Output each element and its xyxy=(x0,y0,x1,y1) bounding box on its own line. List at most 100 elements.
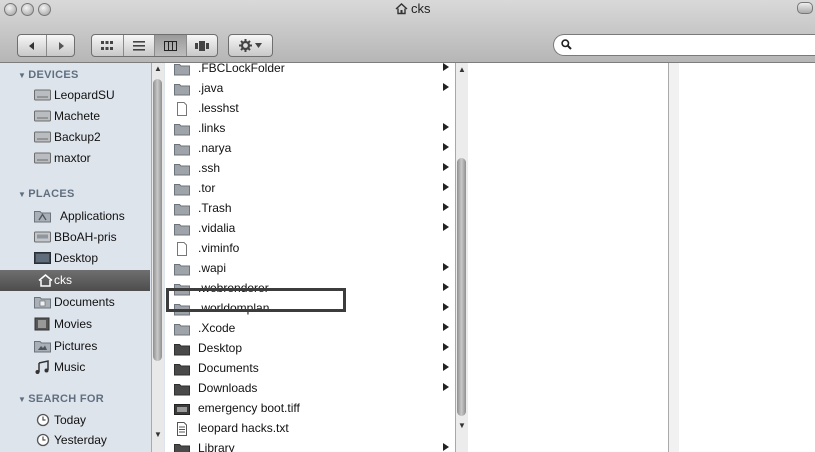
sidebar-item-pictures[interactable]: Pictures xyxy=(0,336,150,357)
list-item-label: .Trash xyxy=(198,201,232,215)
folder-icon xyxy=(174,224,190,236)
sidebar-section-label: DEVICES xyxy=(28,69,79,81)
list-item[interactable]: leopard hacks.txt xyxy=(165,419,453,439)
sidebar-item-backup2[interactable]: Backup2 xyxy=(0,127,150,148)
list-item[interactable]: emergency boot.tiff xyxy=(165,399,453,419)
folder-icon xyxy=(174,384,190,396)
list-item-label: .narya xyxy=(198,141,232,155)
list-item[interactable]: .vidalia xyxy=(165,219,453,239)
clock-icon xyxy=(36,413,50,427)
sidebar-section-devices[interactable]: ▼ DEVICES xyxy=(18,69,79,81)
disclosure-triangle-icon: ▼ xyxy=(18,71,27,80)
sidebar-item-bboah-pris[interactable]: BBoAH-pris xyxy=(0,227,150,248)
sidebar-item-desktop[interactable]: Desktop xyxy=(0,248,150,269)
file-column-empty-2[interactable] xyxy=(679,63,815,452)
file-column-empty[interactable] xyxy=(468,63,668,452)
icon-view-button[interactable] xyxy=(92,35,124,56)
column-scroll-thumb[interactable] xyxy=(457,158,466,416)
sidebar-item-machete[interactable]: Machete xyxy=(0,106,150,127)
list-item[interactable]: .FBCLockFolder xyxy=(165,59,453,79)
chevron-right-icon xyxy=(443,203,449,211)
chevron-right-icon xyxy=(443,143,449,151)
list-item[interactable]: Desktop xyxy=(165,339,453,359)
folder-icon xyxy=(174,344,190,356)
list-item-label: Desktop xyxy=(198,341,243,355)
sidebar-item-applications[interactable]: Applications xyxy=(0,206,150,227)
search-field[interactable] xyxy=(553,34,815,56)
list-item[interactable]: .narya xyxy=(165,139,453,159)
list-view-button[interactable] xyxy=(124,35,155,56)
list-item[interactable]: .ssh xyxy=(165,159,453,179)
list-item-label: .FBCLockFolder xyxy=(198,61,285,75)
list-item[interactable]: .viminfo xyxy=(165,239,453,259)
list-item[interactable]: Downloads xyxy=(165,379,453,399)
toolbar-toggle-button[interactable] xyxy=(797,2,813,14)
list-view-icon xyxy=(132,40,145,51)
sidebar-item-label: Today xyxy=(54,413,87,427)
movies-folder-icon xyxy=(34,317,50,331)
search-input[interactable] xyxy=(576,37,810,55)
action-menu-button[interactable] xyxy=(228,34,273,57)
list-item-label: .java xyxy=(198,81,224,95)
chevron-right-icon xyxy=(443,223,449,231)
title-toolbar: cks xyxy=(0,0,815,63)
folder-icon xyxy=(174,364,190,376)
document-icon xyxy=(177,102,187,116)
sidebar-section-places[interactable]: ▼ PLACES xyxy=(18,188,75,200)
zoom-window-button[interactable] xyxy=(38,3,51,16)
sidebar-scrollbar[interactable]: ▲ ▼ xyxy=(151,63,164,452)
list-item[interactable]: .Xcode xyxy=(165,319,453,339)
list-item[interactable]: .links xyxy=(165,119,453,139)
list-item[interactable]: .Trash xyxy=(165,199,453,219)
sidebar-item-maxtor[interactable]: maxtor xyxy=(0,148,150,169)
chevron-right-icon xyxy=(443,283,449,291)
list-item-label: leopard hacks.txt xyxy=(198,421,289,435)
sidebar-item-music[interactable]: Music xyxy=(0,357,150,378)
sidebar-item-documents[interactable]: Documents xyxy=(0,292,150,313)
list-item[interactable]: .wapi xyxy=(165,259,453,279)
column-view-button[interactable] xyxy=(155,35,187,56)
sidebar-item-cks[interactable]: cks xyxy=(0,270,150,291)
chevron-right-icon xyxy=(443,303,449,311)
list-item[interactable]: Library xyxy=(165,439,453,452)
window-title: cks xyxy=(395,1,431,16)
close-window-button[interactable] xyxy=(4,3,17,16)
list-item[interactable]: Documents xyxy=(165,359,453,379)
chevron-right-icon xyxy=(443,63,449,71)
cover-flow-view-button[interactable] xyxy=(187,35,218,56)
sidebar-scroll-thumb[interactable] xyxy=(153,79,162,361)
back-button[interactable] xyxy=(18,35,47,56)
icon-view-icon xyxy=(101,40,114,50)
hard-drive-icon xyxy=(34,89,51,101)
list-item-label: .wapi xyxy=(198,261,227,275)
scroll-down-arrow-icon[interactable]: ▼ xyxy=(456,420,468,432)
scroll-up-arrow-icon[interactable]: ▲ xyxy=(456,64,468,76)
folder-icon xyxy=(174,84,190,96)
minimize-window-button[interactable] xyxy=(21,3,34,16)
sidebar-item-label: Machete xyxy=(54,109,101,123)
chevron-right-icon xyxy=(443,343,449,351)
list-item[interactable]: .java xyxy=(165,79,453,99)
chevron-right-icon xyxy=(443,323,449,331)
file-column-home: .FBCLockFolder .java .lesshst .links .na… xyxy=(165,61,455,452)
scroll-down-arrow-icon[interactable]: ▼ xyxy=(152,429,164,441)
column-scrollbar[interactable]: ▲ ▼ xyxy=(455,63,469,452)
list-item[interactable]: .tor xyxy=(165,179,453,199)
window-title-text: cks xyxy=(411,1,431,16)
sidebar-item-yesterday[interactable]: Yesterday xyxy=(0,430,150,451)
sidebar-item-leopardsu[interactable]: LeopardSU xyxy=(0,85,150,106)
chevron-right-icon xyxy=(443,163,449,171)
hard-drive-icon xyxy=(34,131,51,143)
scroll-up-arrow-icon[interactable]: ▲ xyxy=(152,63,164,75)
folder-icon xyxy=(174,204,190,216)
sidebar-section-search-for[interactable]: ▼ SEARCH FOR xyxy=(18,393,104,405)
home-icon xyxy=(38,274,53,287)
finder-window: cks ▼ DEVICES LeopardSU Machete Backup2 … xyxy=(0,0,815,452)
list-item[interactable]: .lesshst xyxy=(165,99,453,119)
back-forward-control xyxy=(17,34,75,57)
documents-folder-icon xyxy=(34,297,51,309)
forward-button[interactable] xyxy=(47,35,74,56)
sidebar-item-movies[interactable]: Movies xyxy=(0,314,150,335)
sidebar-item-today[interactable]: Today xyxy=(0,410,150,431)
folder-icon xyxy=(174,444,190,452)
